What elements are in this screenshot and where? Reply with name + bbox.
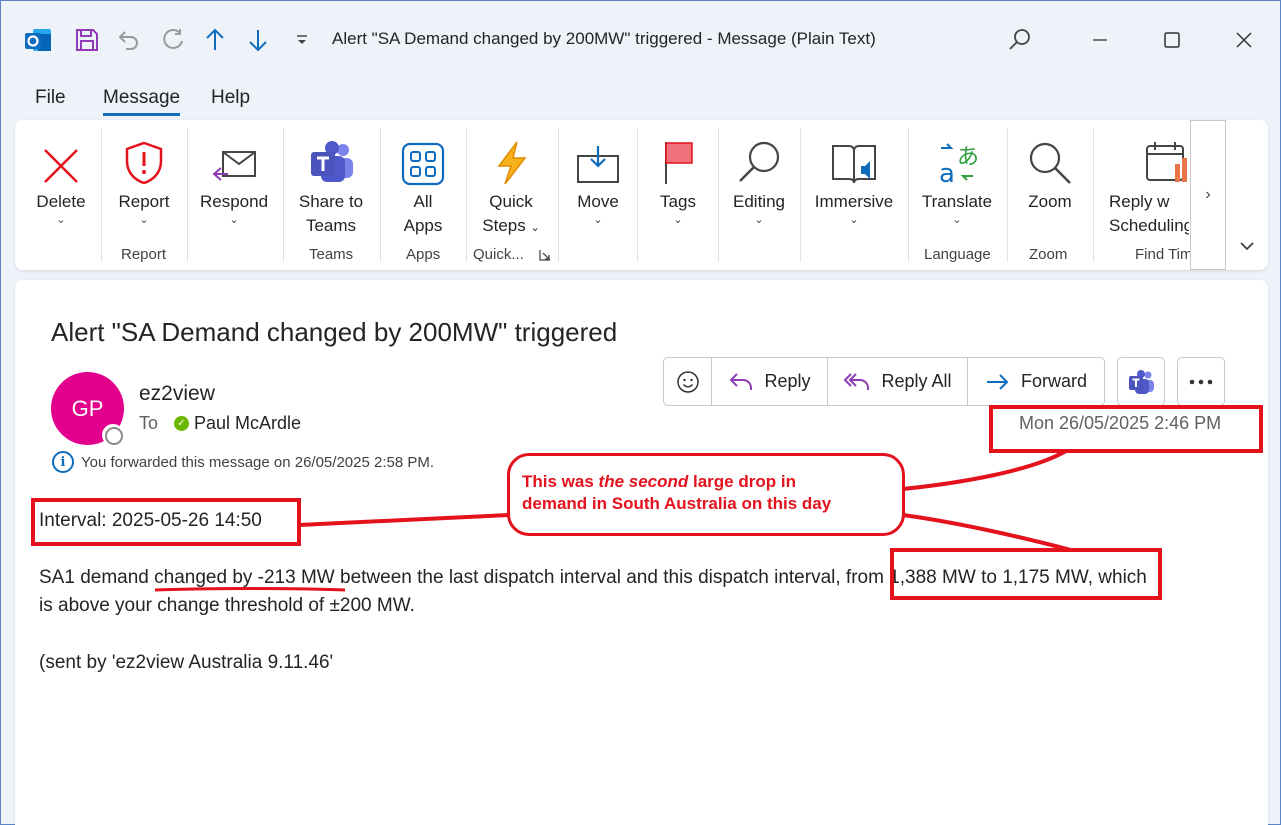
customize-toolbar-icon[interactable]: [287, 25, 317, 55]
flag-icon: [660, 128, 696, 186]
body-line-2: is above your change threshold of ±200 M…: [39, 595, 415, 616]
delete-button[interactable]: Delete ⌄: [29, 120, 93, 226]
teams-icon: [307, 128, 355, 186]
search-icon[interactable]: [1004, 25, 1034, 55]
immersive-reader-icon: [829, 128, 879, 186]
chevron-right-icon: ›: [1205, 186, 1211, 203]
forward-button[interactable]: Forward: [968, 358, 1104, 405]
ribbon-scroll-right-button[interactable]: ›: [1190, 120, 1226, 270]
editing-button[interactable]: Editing ⌄: [727, 120, 791, 226]
message-subject: Alert "SA Demand changed by 200MW" trigg…: [51, 317, 618, 347]
forward-info-text: You forwarded this message on 26/05/2025…: [81, 454, 435, 471]
shield-alert-icon: [123, 128, 165, 186]
minimize-button[interactable]: [1085, 25, 1115, 55]
chevron-down-icon: ⌄: [229, 214, 239, 226]
annotation-callout: This was the second large drop in demand…: [507, 453, 905, 536]
forward-arrow-icon: [986, 373, 1009, 390]
dialog-launcher-icon[interactable]: [539, 248, 551, 265]
reply-button[interactable]: Reply: [712, 358, 828, 405]
respond-button[interactable]: Respond ⌄: [197, 120, 271, 226]
group-label-language: Language: [924, 246, 991, 263]
previous-item-arrow-icon[interactable]: [200, 25, 230, 55]
all-apps-button[interactable]: All Apps: [389, 120, 457, 238]
reply-with-scheduling-button[interactable]: Reply w Scheduling: [1105, 120, 1189, 238]
to-label: To: [139, 413, 159, 433]
ribbon-expand-chevron-icon[interactable]: [1237, 236, 1257, 256]
outlook-logo-icon: [23, 25, 53, 55]
calendar-reply-icon: [1145, 128, 1189, 186]
date-highlight-box: [989, 405, 1263, 453]
chevron-down-icon: ⌄: [754, 214, 764, 226]
group-label-apps: Apps: [406, 246, 441, 263]
report-button[interactable]: Report ⌄: [111, 120, 177, 226]
more-dots-icon: [1189, 379, 1213, 384]
move-button[interactable]: Move ⌄: [567, 120, 629, 226]
next-item-arrow-icon[interactable]: [243, 25, 273, 55]
group-label-quick: Quick...: [473, 246, 524, 263]
lightning-bolt-icon: [493, 128, 529, 186]
translate-icon: aあ: [933, 128, 981, 186]
smiley-icon: [676, 370, 699, 393]
more-actions-button[interactable]: [1177, 357, 1225, 406]
info-icon: i: [52, 451, 74, 473]
immersive-button[interactable]: Immersive ⌄: [809, 120, 899, 226]
interval-highlight-box: [31, 498, 301, 546]
outlook-window: Alert "SA Demand changed by 200MW" trigg…: [0, 0, 1281, 825]
group-label-find-time: Find Tim: [1135, 246, 1193, 263]
recipient-available-icon: ✓: [174, 416, 189, 431]
tab-file[interactable]: File: [35, 87, 66, 113]
ribbon: Delete ⌄ Report ⌄ Report Respond ⌄ Share…: [15, 120, 1268, 270]
teams-icon: [1129, 369, 1154, 394]
title-bar: Alert "SA Demand changed by 200MW" trigg…: [1, 1, 1281, 77]
chevron-down-icon: ⌄: [952, 214, 962, 226]
search-magnifier-icon: [736, 128, 782, 186]
from-to-highlight-box: [890, 548, 1162, 600]
chevron-down-icon: ⌄: [139, 214, 149, 226]
window-title: Alert "SA Demand changed by 200MW" trigg…: [332, 29, 876, 48]
translate-button[interactable]: aあ Translate ⌄: [917, 120, 997, 226]
sender-name[interactable]: ez2view: [139, 382, 215, 406]
group-label-teams: Teams: [309, 246, 354, 263]
delete-x-icon: [41, 128, 81, 186]
chevron-down-icon: ⌄: [56, 214, 66, 226]
message-actions-bar: Reply Reply All Forward: [663, 357, 1105, 406]
svg-text:a: a: [939, 159, 955, 186]
emoji-reaction-button[interactable]: [664, 358, 712, 405]
teams-chat-button[interactable]: [1117, 357, 1165, 406]
close-button[interactable]: [1229, 25, 1259, 55]
tab-help[interactable]: Help: [211, 87, 250, 113]
signature-line: (sent by 'ez2view Australia 9.11.46': [39, 652, 334, 673]
recipient-name[interactable]: Paul McArdle: [194, 413, 301, 434]
apps-grid-icon: [401, 128, 445, 186]
move-folder-icon: [575, 128, 621, 186]
zoom-button[interactable]: Zoom: [1017, 120, 1083, 214]
quick-steps-button[interactable]: Quick Steps ⌄: [473, 120, 549, 240]
svg-text:あ: あ: [957, 145, 979, 170]
undo-icon[interactable]: [114, 25, 144, 55]
maximize-button[interactable]: [1157, 25, 1187, 55]
group-label-report: Report: [121, 246, 167, 263]
share-to-teams-button[interactable]: Share to Teams: [291, 120, 371, 238]
reply-arrow-icon: [730, 372, 753, 390]
reply-all-arrow-icon: [844, 372, 870, 390]
reply-all-button[interactable]: Reply All: [828, 358, 968, 405]
changed-by-text: changed by -213 MW: [154, 567, 335, 588]
tab-message[interactable]: Message: [103, 87, 181, 116]
chevron-down-icon: ⌄: [849, 214, 859, 226]
redo-icon[interactable]: [158, 25, 188, 55]
tags-button[interactable]: Tags ⌄: [647, 120, 709, 226]
presence-status-icon: [102, 424, 124, 446]
chevron-down-icon: ⌄: [593, 214, 603, 226]
chevron-down-icon: ⌄: [673, 214, 683, 226]
save-icon[interactable]: [72, 25, 102, 55]
envelope-reply-icon: [211, 128, 257, 186]
group-label-zoom: Zoom: [1029, 246, 1068, 263]
zoom-magnifier-icon: [1027, 128, 1073, 186]
